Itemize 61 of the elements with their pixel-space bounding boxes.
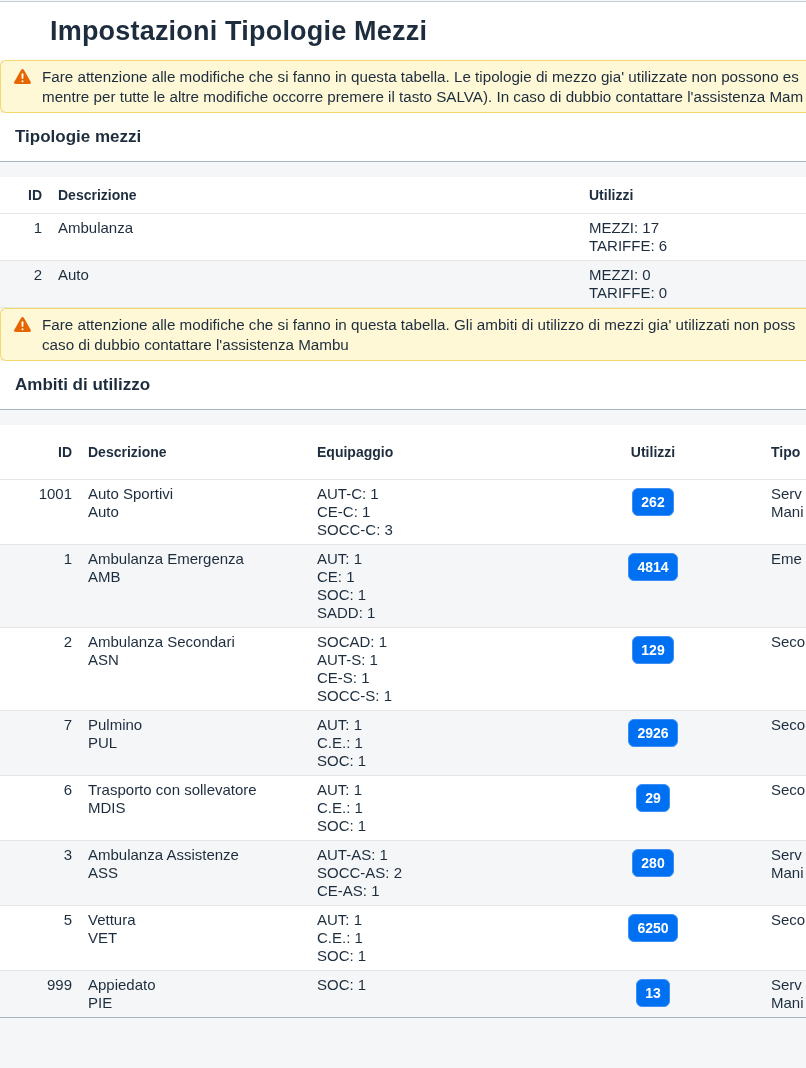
count-badge: 13 xyxy=(636,979,670,1007)
table-text: Vettura VET xyxy=(88,911,136,947)
table-text: AUT: 1 C.E.: 1 SOC: 1 xyxy=(317,716,367,770)
id-number: 1001 xyxy=(38,485,72,503)
column-heading: Utilizzi xyxy=(630,443,676,460)
column-heading: Utilizzi xyxy=(589,186,634,203)
section-title: Ambiti di utilizzo xyxy=(15,374,151,395)
table-text: Ambulanza Secondari ASN xyxy=(88,633,235,669)
id-number: 3 xyxy=(63,846,72,864)
table-text: AUT-AS: 1 SOCC-AS: 2 CE-AS: 1 xyxy=(317,846,403,900)
table-text: Ambulanza Emergenza AMB xyxy=(88,550,244,586)
section-title: Tipologie mezzi xyxy=(15,127,142,147)
page-title: Impostazioni Tipologie Mezzi xyxy=(50,15,428,47)
table-text: MEZZI: 17 TARIFFE: 6 xyxy=(589,218,668,255)
count-badge: 262 xyxy=(632,488,674,516)
warning-icon xyxy=(14,69,31,84)
table-text: Ambulanza xyxy=(58,218,134,237)
table-text: AUT: 1 C.E.: 1 SOC: 1 xyxy=(317,911,367,965)
column-heading: Tipo xyxy=(771,443,801,460)
id-number: 2 xyxy=(33,265,42,284)
table-text: Pulmino PUL xyxy=(88,716,143,752)
table-text: Auto Sportivi Auto xyxy=(88,485,174,521)
warning-message: Fare attenzione alle modifiche che si fanno in questa tabella. Gli ambiti di utilizzo di mezzi gia' utilizzati non poss caso di dubbio contattare l'assistenza Mambu xyxy=(42,314,796,355)
table-text: AUT: 1 CE: 1 SOC: 1 SADD: 1 xyxy=(317,550,376,622)
warning-icon xyxy=(14,316,31,332)
table-text: Seco xyxy=(771,633,806,651)
table-text: MEZZI: 0 TARIFFE: 0 xyxy=(589,265,668,302)
count-badge: 29 xyxy=(636,784,670,812)
table-text: Seco xyxy=(771,781,806,799)
column-heading: ID xyxy=(58,443,72,460)
table-text: Serv Mani xyxy=(771,846,804,882)
count-badge: 4814 xyxy=(628,553,678,581)
id-number: 5 xyxy=(63,911,72,929)
column-heading: Descrizione xyxy=(58,186,137,203)
table-text: Serv Mani xyxy=(771,976,804,1012)
count-badge: 2926 xyxy=(628,719,678,747)
count-badge: 129 xyxy=(632,636,674,664)
id-number: 1 xyxy=(33,218,42,237)
id-number: 1 xyxy=(63,550,72,568)
count-badge: 280 xyxy=(632,849,674,877)
column-heading: Descrizione xyxy=(88,443,167,460)
id-number: 999 xyxy=(46,976,72,994)
table-text: Serv Mani xyxy=(771,485,804,521)
table-text: AUT-C: 1 CE-C: 1 SOCC-C: 3 xyxy=(317,485,393,539)
table-text: AUT: 1 C.E.: 1 SOC: 1 xyxy=(317,781,367,835)
table-text: SOCAD: 1 AUT-S: 1 CE-S: 1 SOCC-S: 1 xyxy=(317,633,392,705)
table-text: SOC: 1 xyxy=(317,976,367,994)
id-number: 7 xyxy=(63,716,72,734)
count-badge: 6250 xyxy=(628,914,678,942)
table-text: Trasporto con sollevatore MDIS xyxy=(88,781,257,817)
id-number: 2 xyxy=(63,633,72,651)
table-text: Eme xyxy=(771,550,802,568)
table-text: Auto xyxy=(58,265,89,284)
table-text: Seco xyxy=(771,911,806,929)
id-number: 6 xyxy=(63,781,72,799)
column-heading: ID xyxy=(28,186,42,203)
column-heading: Equipaggio xyxy=(317,443,394,460)
table-text: Ambulanza Assistenze ASS xyxy=(88,846,239,882)
table-text: Appiedato PIE xyxy=(88,976,156,1012)
table-text: Seco xyxy=(771,716,806,734)
warning-message: Fare attenzione alle modifiche che si fanno in questa tabella. Le tipologie di mezzo gia' utilizzate non possono es mentre per tutte le altre modifiche occorre premere il tasto SALVA). In caso di dubbio contattare l'assistenza Mam xyxy=(42,67,804,107)
